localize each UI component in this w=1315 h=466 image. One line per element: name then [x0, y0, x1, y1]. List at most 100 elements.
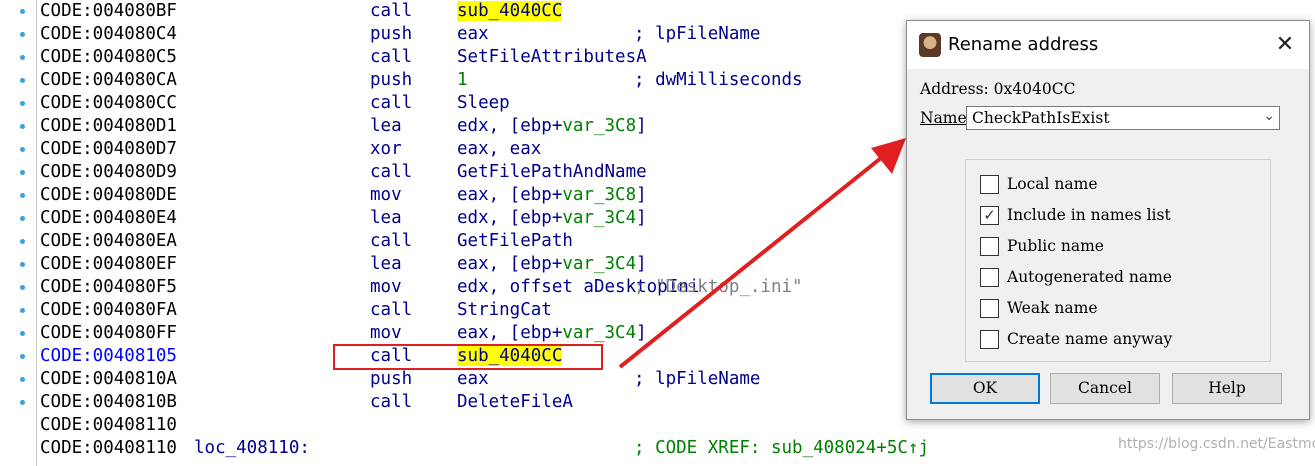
- operands: GetFilePathAndName: [457, 161, 647, 184]
- code-label[interactable]: loc_408110:: [194, 437, 310, 460]
- operands: GetFilePath: [457, 230, 573, 253]
- operands: eax, [ebp+var_3C4]: [457, 322, 647, 345]
- breakpoint-dot[interactable]: [20, 377, 25, 382]
- operand-token: eax, eax: [457, 139, 542, 159]
- operands: eax: [457, 368, 489, 391]
- operands: DeleteFileA: [457, 391, 573, 414]
- line-address: CODE:004080D1: [40, 116, 177, 136]
- operand-token[interactable]: 1: [457, 70, 468, 90]
- option-label: Public name: [1007, 237, 1104, 255]
- mnemonic: mov: [370, 323, 402, 343]
- operand-token: edx, [ebp+: [457, 208, 563, 228]
- breakpoint-dot[interactable]: [20, 400, 25, 405]
- help-button[interactable]: Help: [1172, 373, 1282, 404]
- breakpoint-dot[interactable]: [20, 308, 25, 313]
- mnemonic: call: [370, 300, 413, 320]
- dialog-title: Rename address: [948, 34, 1099, 55]
- breakpoint-dot[interactable]: [20, 216, 25, 221]
- operand-token: Sleep: [457, 93, 510, 113]
- checkbox[interactable]: [980, 175, 999, 194]
- line-address: CODE:004080C4: [40, 24, 177, 44]
- line-address: CODE:00408110: [40, 438, 177, 458]
- breakpoint-dot[interactable]: [20, 9, 25, 14]
- breakpoint-dot[interactable]: [20, 331, 25, 336]
- chevron-down-icon[interactable]: ⌄: [1263, 108, 1275, 124]
- mnemonic: lea: [370, 116, 402, 136]
- line-address: CODE:004080EF: [40, 254, 177, 274]
- line-address: CODE:00408105: [40, 346, 177, 366]
- operand-token: DeleteFileA: [457, 392, 573, 412]
- breakpoint-dot[interactable]: [20, 193, 25, 198]
- stack-variable[interactable]: var_3C4: [562, 254, 636, 274]
- operands: eax: [457, 23, 489, 46]
- mnemonic: push: [370, 70, 413, 90]
- operands: SetFileAttributesA: [457, 46, 647, 69]
- operand-token: edx, [ebp+: [457, 116, 563, 136]
- mnemonic: mov: [370, 185, 402, 205]
- cancel-button[interactable]: Cancel: [1050, 373, 1160, 404]
- checkbox[interactable]: [980, 299, 999, 318]
- breakpoint-dot[interactable]: [20, 32, 25, 37]
- operand-token: StringCat: [457, 300, 552, 320]
- breakpoint-dot[interactable]: [20, 55, 25, 60]
- checkbox[interactable]: [980, 330, 999, 349]
- operand-token: ]: [636, 116, 647, 136]
- breakpoint-dot[interactable]: [20, 262, 25, 267]
- line-address: CODE:004080BF: [40, 1, 177, 21]
- operand-token: ]: [636, 254, 647, 274]
- dialog-titlebar[interactable]: Rename address ✕: [907, 21, 1309, 69]
- mnemonic: mov: [370, 277, 402, 297]
- name-combobox[interactable]: CheckPathIsExist ⌄: [966, 106, 1280, 130]
- line-address: CODE:004080CC: [40, 93, 177, 113]
- line-address: CODE:004080C5: [40, 47, 177, 67]
- mnemonic: push: [370, 24, 413, 44]
- disassembly-listing[interactable]: CODE:004080BF call sub_4040CC CODE:004080C4…: [40, 0, 940, 466]
- operands: StringCat: [457, 299, 552, 322]
- stack-variable[interactable]: var_3C4: [562, 323, 636, 343]
- line-address: CODE:004080FF: [40, 323, 177, 343]
- line-address: CODE:004080E4: [40, 208, 177, 228]
- breakpoint-dot[interactable]: [20, 78, 25, 83]
- stack-variable[interactable]: var_3C8: [562, 116, 636, 136]
- close-icon[interactable]: ✕: [1271, 31, 1299, 59]
- stack-variable[interactable]: var_3C8: [562, 185, 636, 205]
- name-label: Name: [920, 109, 967, 127]
- checkbox[interactable]: [980, 268, 999, 287]
- checkbox[interactable]: [980, 237, 999, 256]
- mnemonic: xor: [370, 139, 402, 159]
- line-comment: ; "Desktop_.ini": [634, 277, 803, 297]
- mnemonic: call: [370, 93, 413, 113]
- checkbox-checked[interactable]: ✓: [980, 206, 999, 225]
- line-address: CODE:004080FA: [40, 300, 177, 320]
- breakpoint-dot[interactable]: [20, 285, 25, 290]
- breakpoint-dot[interactable]: [20, 170, 25, 175]
- mnemonic: call: [370, 162, 413, 182]
- operands: edx, [ebp+var_3C8]: [457, 115, 647, 138]
- stack-variable[interactable]: var_3C4: [562, 208, 636, 228]
- operand-token: eax: [457, 369, 489, 389]
- line-comment: ; lpFileName: [634, 24, 761, 44]
- operands: Sleep: [457, 92, 510, 115]
- breakpoint-dot[interactable]: [20, 354, 25, 359]
- operand-token: ]: [636, 185, 647, 205]
- operands: edx, [ebp+var_3C4]: [457, 207, 647, 230]
- mnemonic: lea: [370, 208, 402, 228]
- ok-button[interactable]: OK: [930, 373, 1040, 404]
- highlighted-symbol[interactable]: sub_4040CC: [457, 1, 563, 21]
- line-address: CODE:0040810B: [40, 392, 177, 412]
- option-label: Local name: [1007, 175, 1098, 193]
- option-label: Include in names list: [1007, 206, 1171, 224]
- name-input[interactable]: CheckPathIsExist: [972, 109, 1110, 127]
- operand-token: ]: [636, 208, 647, 228]
- line-comment: ; CODE XREF: sub_408024+5C↑j: [634, 438, 930, 458]
- line-address: CODE:004080EA: [40, 231, 177, 251]
- operand-token: eax, [ebp+: [457, 254, 563, 274]
- operand-token: GetFilePath: [457, 231, 573, 251]
- breakpoint-dot[interactable]: [20, 147, 25, 152]
- breakpoint-dot[interactable]: [20, 239, 25, 244]
- address-label: Address: 0x4040CC: [920, 80, 1076, 98]
- breakpoint-dot[interactable]: [20, 124, 25, 129]
- mnemonic: call: [370, 392, 413, 412]
- mnemonic: push: [370, 369, 413, 389]
- breakpoint-dot[interactable]: [20, 101, 25, 106]
